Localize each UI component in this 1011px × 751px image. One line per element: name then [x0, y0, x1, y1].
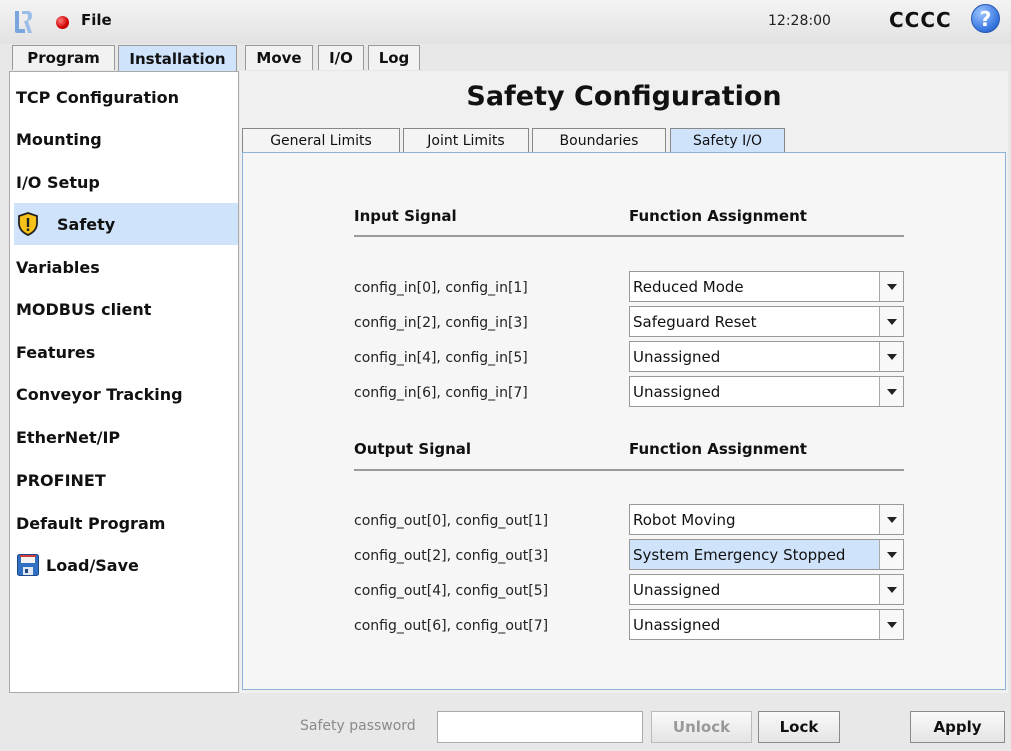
input-function-header: Function Assignment — [629, 207, 807, 225]
chevron-down-icon[interactable] — [879, 540, 903, 569]
sidebar-item-label: Variables — [16, 257, 100, 277]
input-function-select[interactable]: Unassigned — [629, 376, 904, 407]
ur-logo-icon — [15, 11, 32, 33]
input-function-select[interactable]: Safeguard Reset — [629, 306, 904, 337]
input-signal-label: config_in[2], config_in[3] — [354, 315, 528, 331]
sidebar-item-io-setup[interactable]: I/O Setup — [14, 161, 238, 203]
sidebar-item-label: EtherNet/IP — [16, 427, 121, 447]
select-value: Unassigned — [633, 581, 721, 599]
safety-io-panel: Input Signal Function Assignment config_… — [242, 152, 1006, 690]
chevron-down-icon[interactable] — [879, 575, 903, 604]
output-signal-label: config_out[4], config_out[5] — [354, 583, 549, 599]
tab-io[interactable]: I/O — [318, 45, 364, 70]
tab-boundaries[interactable]: Boundaries — [532, 128, 666, 152]
apply-button[interactable]: Apply — [910, 711, 1005, 743]
sidebar-item-variables[interactable]: Variables — [14, 246, 238, 288]
sidebar-item-conveyor-tracking[interactable]: Conveyor Tracking — [14, 373, 238, 415]
tab-joint-limits[interactable]: Joint Limits — [403, 128, 529, 152]
clock: 12:28:00 — [768, 13, 831, 29]
sidebar-item-label: Load/Save — [46, 555, 139, 575]
sidebar-item-label: Safety — [57, 214, 116, 234]
tab-installation[interactable]: Installation — [118, 45, 237, 71]
chevron-down-icon[interactable] — [879, 342, 903, 371]
page-title: Safety Configuration — [466, 81, 782, 112]
tab-safety-io[interactable]: Safety I/O — [670, 128, 785, 152]
sidebar-item-profinet[interactable]: PROFINET — [14, 459, 238, 501]
unlock-button[interactable]: Unlock — [651, 711, 752, 743]
input-signal-label: config_in[0], config_in[1] — [354, 280, 528, 296]
lock-button[interactable]: Lock — [758, 711, 840, 743]
input-divider — [354, 235, 904, 237]
floppy-disk-icon — [17, 554, 39, 576]
sidebar-item-label: TCP Configuration — [16, 87, 179, 107]
sidebar-item-label: PROFINET — [16, 470, 106, 490]
output-function-select[interactable]: Robot Moving — [629, 504, 904, 535]
sidebar-item-label: Default Program — [16, 513, 166, 533]
output-signal-label: config_out[6], config_out[7] — [354, 618, 549, 634]
sidebar-item-label: Features — [16, 342, 96, 362]
tab-general-limits[interactable]: General Limits — [242, 128, 400, 152]
select-value: System Emergency Stopped — [633, 546, 846, 564]
select-value: Reduced Mode — [633, 278, 744, 296]
help-icon[interactable]: ? — [971, 4, 1000, 33]
sidebar-item-label: Conveyor Tracking — [16, 384, 183, 404]
chevron-down-icon[interactable] — [879, 377, 903, 406]
content-area: Safety Configuration General Limits Join… — [240, 71, 1008, 693]
select-value: Safeguard Reset — [633, 313, 757, 331]
chevron-down-icon[interactable] — [879, 272, 903, 301]
file-menu[interactable]: File — [81, 11, 112, 29]
select-value: Unassigned — [633, 616, 721, 634]
input-signal-label: config_in[4], config_in[5] — [354, 350, 528, 366]
sidebar-item-mounting[interactable]: Mounting — [14, 118, 238, 160]
output-signal-label: config_out[2], config_out[3] — [354, 548, 549, 564]
output-function-select[interactable]: Unassigned — [629, 574, 904, 605]
output-signal-label: config_out[0], config_out[1] — [354, 513, 549, 529]
input-function-select[interactable]: Reduced Mode — [629, 271, 904, 302]
sidebar-item-label: Mounting — [16, 129, 102, 149]
top-bar: File 12:28:00 CCCC ? — [0, 0, 1011, 44]
tab-move[interactable]: Move — [245, 45, 313, 70]
sidebar-item-label: MODBUS client — [16, 299, 152, 319]
select-value: Unassigned — [633, 383, 721, 401]
tab-log[interactable]: Log — [368, 45, 420, 70]
sidebar-item-default-program[interactable]: Default Program — [14, 502, 238, 544]
select-value: Unassigned — [633, 348, 721, 366]
input-signal-label: config_in[6], config_in[7] — [354, 385, 528, 401]
safety-password-input[interactable] — [437, 711, 643, 743]
tab-program[interactable]: Program — [12, 45, 115, 70]
output-divider — [354, 469, 904, 471]
chevron-down-icon[interactable] — [879, 610, 903, 639]
input-signal-header: Input Signal — [354, 207, 457, 225]
output-function-select[interactable]: System Emergency Stopped — [629, 539, 904, 570]
sidebar-item-load-save[interactable]: Load/Save — [14, 544, 238, 586]
select-value: Robot Moving — [633, 511, 736, 529]
sidebar-item-modbus-client[interactable]: MODBUS client — [14, 288, 238, 330]
input-function-select[interactable]: Unassigned — [629, 341, 904, 372]
output-function-select[interactable]: Unassigned — [629, 609, 904, 640]
sidebar-item-safety[interactable]: Safety — [14, 203, 238, 245]
output-signal-header: Output Signal — [354, 440, 472, 458]
sidebar-item-features[interactable]: Features — [14, 331, 238, 373]
robot-status-icon — [56, 16, 69, 29]
chevron-down-icon[interactable] — [879, 505, 903, 534]
robot-name: CCCC — [889, 8, 952, 32]
installation-sidebar: TCP Configuration Mounting I/O Setup Saf… — [9, 71, 239, 693]
sidebar-item-label: I/O Setup — [16, 172, 100, 192]
warning-shield-icon — [18, 212, 38, 236]
output-function-header: Function Assignment — [629, 440, 807, 458]
chevron-down-icon[interactable] — [879, 307, 903, 336]
safety-password-label: Safety password — [300, 718, 416, 734]
sidebar-item-tcp-configuration[interactable]: TCP Configuration — [14, 76, 238, 118]
sidebar-item-ethernet-ip[interactable]: EtherNet/IP — [14, 416, 238, 458]
